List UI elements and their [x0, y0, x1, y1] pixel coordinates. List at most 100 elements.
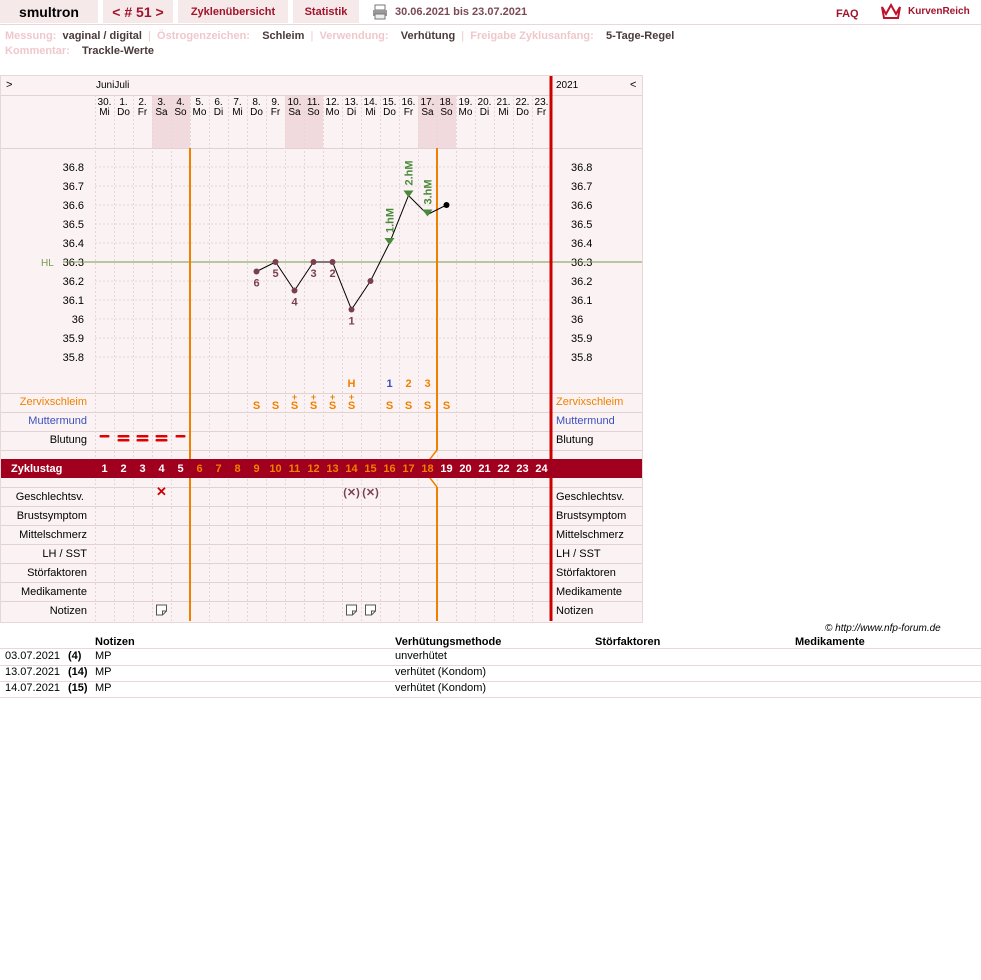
temperature-point: [348, 306, 355, 313]
peak-count-mark: 1: [386, 378, 392, 390]
temperature-point: [291, 287, 298, 294]
cycle-day-number: 3: [139, 463, 145, 475]
cycle-day-number: 22: [497, 463, 509, 475]
right-label-muttermund: Muttermund: [556, 415, 615, 427]
row-label-blutung: Blutung: [49, 434, 87, 446]
note-icon: [346, 604, 357, 616]
day-weekday: Mo: [459, 107, 473, 118]
right-label-brustsymptom: Brustsymptom: [556, 510, 627, 522]
temp-scale-right: 36.4: [571, 238, 592, 250]
high-temp-marker: [384, 238, 395, 245]
temp-scale-right: 35.8: [571, 352, 592, 364]
bleeding-mark: [155, 435, 168, 438]
day-weekday: So: [174, 107, 187, 118]
cycle-day-number: 23: [516, 463, 528, 475]
cycle-day-number: 18: [421, 463, 433, 475]
mucus-mark: S: [424, 400, 431, 412]
cycle-day-number: 4: [158, 463, 165, 475]
messung-label: Messung:: [5, 30, 57, 42]
intercourse-mark: (✕): [362, 487, 379, 499]
temp-scale-right: 35.9: [571, 333, 592, 345]
months-label: JuniJuli: [96, 80, 130, 91]
temp-scale-left: 35.9: [63, 333, 84, 345]
peak-count-mark: 3: [424, 378, 430, 390]
temp-scale-right: 36.5: [571, 219, 592, 231]
verwendung-label: Verwendung:: [319, 30, 389, 42]
row-cycle-day: (15): [68, 682, 88, 694]
col-header-stoerfaktoren: Störfaktoren: [595, 636, 661, 648]
freigabe-value: 5-Tage-Regel: [606, 30, 675, 42]
high-temp-marker: [403, 190, 414, 198]
tab-statistik[interactable]: Statistik: [293, 0, 359, 23]
day-weekday: Fr: [271, 107, 281, 118]
cycle-day-number: 9: [253, 463, 259, 475]
cycle-day-number: 2: [120, 463, 126, 475]
row-note: MP: [95, 682, 112, 694]
temperature-point: [443, 202, 450, 208]
temp-scale-right: 36.2: [571, 276, 592, 288]
high-temp-label: 2.hM: [404, 160, 416, 185]
temperature-point: [253, 268, 260, 275]
cycle-day-number: 19: [440, 463, 452, 475]
high-temp-label: 3.hM: [423, 179, 435, 204]
row-label-muttermund: Muttermund: [28, 415, 87, 427]
day-weekday: So: [440, 107, 453, 118]
row-label-medikamente: Medikamente: [20, 586, 87, 598]
lower-temp-number: 5: [272, 268, 278, 280]
user-name: smultron: [0, 0, 98, 23]
temperature-point: [329, 259, 336, 265]
col-header-notizen: Notizen: [95, 636, 135, 648]
cycle-nav[interactable]: < # 51 >: [103, 0, 173, 23]
faq-link[interactable]: FAQ: [836, 8, 859, 20]
temp-scale-right: 36.3: [571, 257, 592, 269]
row-cycle-day: (14): [68, 666, 88, 678]
cycle-day-number: 5: [177, 463, 183, 475]
cycle-day-number: 17: [402, 463, 414, 475]
day-weekday: Do: [250, 107, 263, 118]
cycle-day-number: 16: [383, 463, 395, 475]
print-icon[interactable]: [372, 4, 388, 20]
row-method: unverhütet: [395, 650, 447, 662]
day-weekday: Mo: [193, 107, 207, 118]
temperature-point: [310, 259, 317, 265]
kurvenreich-logo[interactable]: KurvenReich: [880, 2, 970, 20]
cycle-day-number: 15: [364, 463, 376, 475]
day-weekday: Mi: [498, 107, 509, 118]
kommentar-value: Trackle-Werte: [82, 45, 154, 57]
note-icon: [156, 604, 167, 616]
scroll-left-arrow[interactable]: >: [6, 79, 12, 91]
mucus-plus-mark: +: [311, 392, 316, 402]
note-icon: [365, 604, 376, 616]
row-date: 03.07.2021: [5, 650, 61, 662]
temp-scale-left: 36.4: [63, 238, 84, 250]
mucus-mark: S: [386, 400, 393, 412]
copyright: © http://www.nfp-forum.de: [825, 623, 941, 634]
mucus-mark: S: [253, 400, 260, 412]
cycle-chart: 36.8 36.8 36.7 36.7 36.6 36.6 36.5 36.5 36.4 36.4…: [0, 75, 643, 623]
temp-scale-left: 36: [72, 314, 84, 326]
right-label-mittelschmerz: Mittelschmerz: [556, 529, 624, 541]
date-range: 30.06.2021 bis 23.07.2021: [395, 6, 528, 18]
info-line-1: Messung: vaginal / digital | Östrogenzei…: [5, 30, 675, 42]
row-label-zervixschleim: Zervixschleim: [19, 396, 87, 408]
cycle-day-number: 24: [535, 463, 548, 475]
temperature-point: [367, 278, 374, 284]
cycle-day-number: 12: [307, 463, 319, 475]
table-row: 13.07.2021 (14) MP verhütet (Kondom): [0, 665, 981, 682]
mucus-plus-mark: +: [292, 392, 297, 402]
row-label-geschlechtsverkehr: Geschlechtsv.: [15, 491, 84, 503]
temperature-point: [272, 259, 279, 265]
scroll-right-arrow[interactable]: <: [630, 79, 636, 91]
table-row: 03.07.2021 (4) MP unverhütet: [0, 649, 981, 666]
day-weekday: Do: [383, 107, 396, 118]
tab-zyklenuebersicht[interactable]: Zyklenübersicht: [178, 0, 288, 23]
zyklustag-label: Zyklustag: [11, 463, 63, 475]
cycle-day-number: 10: [269, 463, 281, 475]
lower-temp-number: 1: [348, 316, 354, 328]
bleeding-mark: [136, 435, 149, 438]
temp-scale-right: 36.7: [571, 181, 592, 193]
right-label-geschlechtsverkehr: Geschlechtsv.: [556, 491, 625, 503]
right-label-lh-sst: LH / SST: [556, 548, 601, 560]
right-label-medikamente: Medikamente: [556, 586, 623, 598]
temp-scale-left: 36.6: [63, 200, 84, 212]
